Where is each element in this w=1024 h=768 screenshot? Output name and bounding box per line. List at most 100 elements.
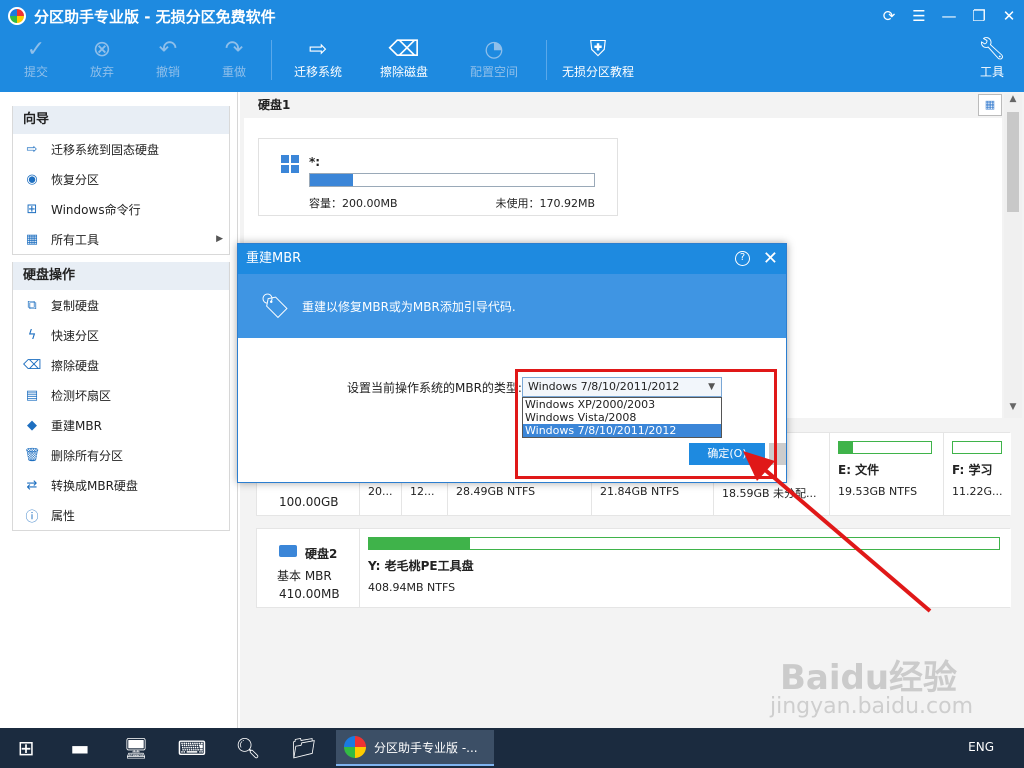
disk1-heading: 硬盘1 [258,98,291,112]
sidebar-item-label: 复制硬盘 [51,298,100,313]
pie-icon: ◔ [484,36,504,62]
config-label: 配置空间 [469,65,518,79]
help-icon[interactable]: ? [735,251,750,266]
segment-usage-bar [952,441,1002,454]
app-header: 分区助手专业版 - 无损分区免费软件 ⟳ ☰ — ❐ ✕ ✓ 提交 ⊗ 放弃 ↶… [0,0,1024,92]
shield-icon: ⛨ [589,36,607,62]
scroll-thumb[interactable] [1007,112,1019,212]
vertical-scrollbar[interactable]: ▲ ▼ [1004,94,1022,418]
sidebar-item-delete-all-partitions[interactable]: 🗑︎ 删除所有分区 [13,440,229,470]
sidebar-item-properties[interactable]: ⓘ 属性 [13,500,229,530]
capacity-label: 容量：200.00MB [309,197,398,210]
redo-label: 重做 [221,65,246,79]
chevron-right-icon: ▶ [216,234,223,244]
sidebar-item-label: 迁移系统到固态硬盘 [51,142,160,157]
taskbar: ⊞ ▬ 🖥︎ ⌨︎ 🔍︎ 📁︎ 分区助手专业版 -... ENG [0,728,1024,768]
lightning-icon: ϟ [27,327,37,343]
segment-fs: 20... [368,485,393,498]
chip-icon[interactable]: ▬ [60,732,100,764]
usage-fill [310,174,353,186]
close-button[interactable]: ✕ [994,0,1024,32]
partition-segment-f[interactable]: F: 学习 11.22G... [943,433,1011,515]
start-button[interactable]: ⊞ [6,732,46,764]
dialog-title: 重建MBR [246,251,302,266]
copy-disk-icon: ⧉ [27,297,37,313]
app-title: 分区助手专业版 - 无损分区免费软件 [34,7,276,26]
tag-icon: 🏷︎ [260,292,291,320]
redo-icon: ↷ [224,36,244,62]
folder-icon[interactable]: 📁︎ [284,732,324,764]
sidebar: 向导 ⇨ 迁移系统到固态硬盘 ◉ 恢复分区 ⊞ Windows命令行 ▦ 所有工… [0,92,238,728]
disk1-size: 100.00GB [279,495,339,509]
sidebar-item-wipe-disk[interactable]: ⌫ 擦除硬盘 [13,350,229,380]
windows-icon [281,155,299,173]
dialog-message: 重建以修复MBR或为MBR添加引导代码. [302,300,516,314]
sidebar-item-rebuild-mbr[interactable]: ◆ 重建MBR [13,410,229,440]
keyboard-icon[interactable]: ⌨︎ [172,732,212,764]
segment-fs: 12... [410,485,435,498]
sidebar-item-windows-cmd[interactable]: ⊞ Windows命令行 [13,194,229,224]
refresh-icon[interactable]: ⟳ [874,0,904,32]
sidebar-item-label: 快速分区 [51,328,100,343]
taskbar-app-button[interactable]: 分区助手专业版 -... [336,730,494,766]
tutorial-button[interactable]: ⛨ 无损分区教程 [548,34,648,90]
disk2-info: 硬盘2 基本 MBR 410.00MB [257,529,359,607]
partition-usage-bar [309,173,595,187]
tutorial-label: 无损分区教程 [561,65,634,79]
toolbar-divider [271,40,272,80]
title-bar: 分区助手专业版 - 无损分区免费软件 [0,0,1024,32]
partition-card[interactable]: *: 容量：200.00MB 未使用：170.92MB [258,138,618,216]
view-toggle-button[interactable]: ▦ [978,94,1002,116]
wipe-disk-button[interactable]: ⌫ 擦除磁盘 [364,34,444,90]
maximize-button[interactable]: ❐ [964,0,994,32]
scroll-down-icon[interactable]: ▼ [1004,402,1022,418]
info-icon: ⓘ [25,509,39,525]
sidebar-item-migrate-ssd[interactable]: ⇨ 迁移系统到固态硬盘 [13,134,229,164]
segment-fs: 28.49GB NTFS [456,485,536,498]
app-logo-icon [344,736,366,758]
wrench-icon: 🔧︎ [978,36,1006,62]
sidebar-item-check-bad-sectors[interactable]: ▤ 检测坏扇区 [13,380,229,410]
disk2-heading: 硬盘2 [305,547,338,561]
sidebar-item-quick-partition[interactable]: ϟ 快速分区 [13,320,229,350]
disk2-type: 基本 MBR [277,569,332,583]
tools-button[interactable]: 🔧︎ 工具 [952,34,1024,90]
sidebar-item-copy-disk[interactable]: ⧉ 复制硬盘 [13,290,229,320]
windows-icon: ⊞ [26,201,38,217]
tray-language[interactable]: ENG [968,740,994,754]
sidebar-item-label: Windows命令行 [51,202,141,217]
wipe-label: 擦除磁盘 [379,65,428,79]
disk-icon [279,545,297,557]
toolbar-divider [546,40,547,80]
sidebar-item-convert-mbr[interactable]: ⇄ 转换成MBR硬盘 [13,470,229,500]
mbr-type-label: 设置当前操作系统的MBR的类型: [347,381,522,395]
sidebar-item-recover-partition[interactable]: ◉ 恢复分区 [13,164,229,194]
sidebar-item-label: 检测坏扇区 [51,388,112,403]
migrate-label: 迁移系统 [293,65,342,79]
eraser-icon: ⌫ [388,36,420,62]
computer-icon[interactable]: 🖥︎ [116,732,156,764]
sidebar-item-label: 所有工具 [51,232,100,247]
disk2-size: 410.00MB [279,587,340,601]
config-space-button[interactable]: ◔ 配置空间 [454,34,534,90]
close-icon[interactable]: ✕ [763,244,778,274]
sidebar-item-label: 属性 [51,508,76,523]
taskbar-app-label: 分区助手专业版 -... [374,740,478,755]
scroll-up-icon[interactable]: ▲ [1004,94,1022,110]
wizard-heading: 向导 [13,106,229,134]
minimize-button[interactable]: — [934,0,964,32]
search-icon[interactable]: 🔍︎ [228,732,268,764]
menu-icon[interactable]: ☰ [904,0,934,32]
disk-ops-heading: 硬盘操作 [13,262,229,290]
segment-fs: 11.22G... [952,485,1003,498]
sidebar-item-all-tools[interactable]: ▦ 所有工具 ▶ [13,224,229,254]
redo-button[interactable]: ↷ 重做 [194,34,274,90]
dialog-banner: 🏷︎ 重建以修复MBR或为MBR添加引导代码. [238,274,786,338]
migrate-button[interactable]: ⇨ 迁移系统 [278,34,358,90]
tools-grid-icon: ▦ [25,231,39,247]
window-controls: ⟳ ☰ — ❐ ✕ [874,0,1024,32]
convert-icon: ⇄ [26,477,38,493]
toolbar: ✓ 提交 ⊗ 放弃 ↶ 撤销 ↷ 重做 ⇨ 迁移系统 ⌫ 擦除磁盘 ◔ 配置空间 [0,34,1024,90]
scan-icon: ▤ [25,387,39,403]
segment-name: Y: 老毛桃PE工具盘 [368,559,474,573]
